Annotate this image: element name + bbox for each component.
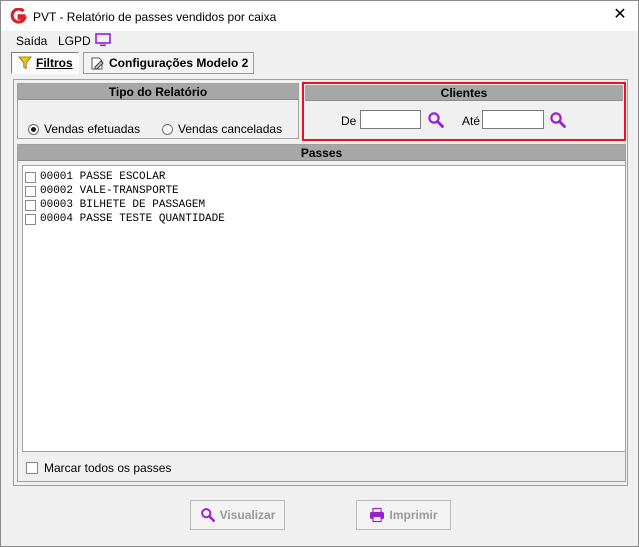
checkbox[interactable] bbox=[25, 199, 36, 211]
client-to-input[interactable] bbox=[482, 110, 544, 129]
passes-group: Passes 00001 PASSE ESCOLAR 00002 VALE-TR… bbox=[17, 144, 626, 482]
list-item[interactable]: 00004 PASSE TESTE QUANTIDADE bbox=[25, 212, 225, 226]
checkbox[interactable] bbox=[25, 213, 36, 225]
printer-icon bbox=[370, 507, 385, 523]
pass-code: 00003 bbox=[40, 199, 74, 211]
pass-name: PASSE TESTE QUANTIDADE bbox=[79, 213, 225, 225]
search-icon bbox=[200, 508, 215, 523]
clients-from-label: De bbox=[341, 114, 357, 128]
clients-to-label: Até bbox=[462, 114, 481, 128]
window-title: PVT - Relatório de passes vendidos por c… bbox=[33, 10, 277, 24]
filter-icon bbox=[18, 56, 32, 70]
visualizar-button[interactable]: Visualizar bbox=[190, 500, 285, 530]
passes-list[interactable]: 00001 PASSE ESCOLAR 00002 VALE-TRANSPORT… bbox=[22, 165, 626, 452]
select-all-passes-label: Marcar todos os passes bbox=[44, 461, 172, 475]
report-type-title: Tipo do Relatório bbox=[18, 84, 298, 100]
radio-vendas-efetuadas[interactable]: Vendas efetuadas bbox=[28, 122, 140, 136]
visualizar-label: Visualizar bbox=[219, 508, 276, 522]
tab-filtros-label: Filtros bbox=[36, 56, 73, 70]
close-icon[interactable]: ✕ bbox=[612, 7, 628, 23]
list-item[interactable]: 00001 PASSE ESCOLAR bbox=[25, 170, 165, 184]
select-all-passes-checkbox[interactable]: Marcar todos os passes bbox=[26, 461, 171, 475]
pass-name: PASSE ESCOLAR bbox=[79, 171, 166, 183]
title-bar: PVT - Relatório de passes vendidos por c… bbox=[1, 1, 638, 31]
edit-document-icon bbox=[91, 57, 104, 69]
pass-name: BILHETE DE PASSAGEM bbox=[79, 199, 206, 211]
tab-filtros[interactable]: Filtros bbox=[11, 52, 79, 74]
passes-title: Passes bbox=[18, 145, 625, 161]
menu-item-saida[interactable]: Saída bbox=[16, 34, 47, 48]
filters-panel: Tipo do Relatório Vendas efetuadas Venda… bbox=[13, 79, 628, 486]
pass-code: 00004 bbox=[40, 213, 74, 225]
report-type-group: Tipo do Relatório Vendas efetuadas Venda… bbox=[17, 83, 299, 139]
checkbox[interactable] bbox=[25, 185, 36, 197]
list-item[interactable]: 00002 VALE-TRANSPORTE bbox=[25, 184, 179, 198]
report-window: PVT - Relatório de passes vendidos por c… bbox=[0, 0, 639, 547]
search-client-from-icon[interactable] bbox=[427, 111, 445, 129]
menu-item-lgpd[interactable]: LGPD bbox=[58, 34, 91, 48]
pass-code: 00002 bbox=[40, 185, 74, 197]
pass-code: 00001 bbox=[40, 171, 74, 183]
radio-vendas-canceladas-label: Vendas canceladas bbox=[178, 122, 283, 136]
tab-configuracoes-modelo-2[interactable]: Configurações Modelo 2 bbox=[83, 52, 254, 74]
app-logo-icon bbox=[10, 8, 27, 24]
list-item[interactable]: 00003 BILHETE DE PASSAGEM bbox=[25, 198, 205, 212]
monitor-icon[interactable] bbox=[95, 33, 111, 47]
menu-bar: Saída LGPD bbox=[1, 31, 638, 51]
pass-name: VALE-TRANSPORTE bbox=[79, 185, 179, 197]
radio-button-checked[interactable] bbox=[28, 123, 39, 135]
checkbox[interactable] bbox=[26, 462, 38, 474]
client-from-input[interactable] bbox=[360, 110, 421, 129]
radio-vendas-canceladas[interactable]: Vendas canceladas bbox=[162, 122, 282, 136]
clients-group: Clientes De Até bbox=[302, 82, 626, 141]
tab-configuracoes-label: Configurações Modelo 2 bbox=[109, 56, 249, 70]
radio-vendas-efetuadas-label: Vendas efetuadas bbox=[44, 122, 141, 136]
toolbar: Filtros Configurações Modelo 2 bbox=[1, 51, 638, 75]
search-client-to-icon[interactable] bbox=[549, 111, 567, 129]
imprimir-label: Imprimir bbox=[389, 508, 438, 522]
clients-title: Clientes bbox=[305, 85, 623, 101]
radio-button[interactable] bbox=[162, 123, 173, 135]
checkbox[interactable] bbox=[25, 171, 36, 183]
imprimir-button[interactable]: Imprimir bbox=[356, 500, 451, 530]
